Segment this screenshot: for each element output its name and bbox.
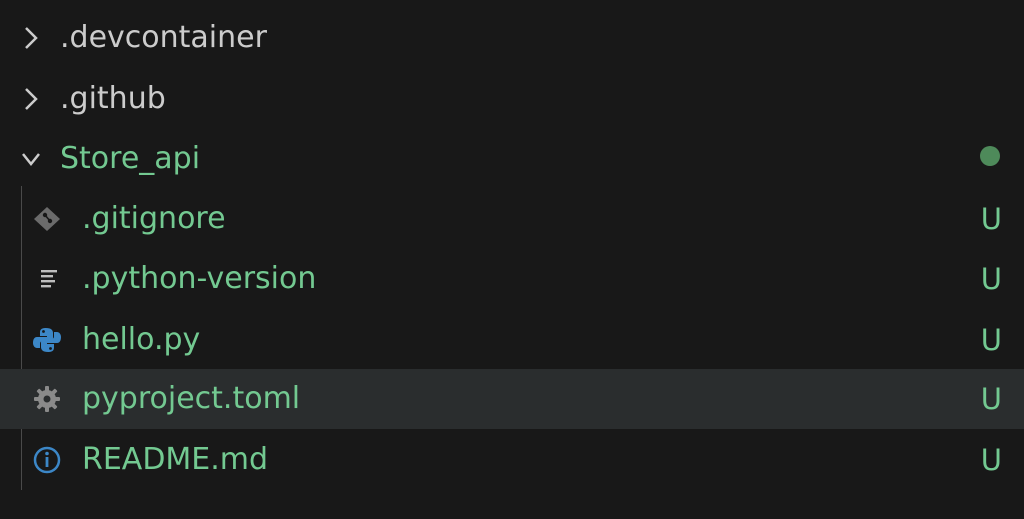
- file-label: hello.py: [82, 322, 201, 357]
- tree-file-python-version[interactable]: .python-version U: [0, 249, 1024, 309]
- git-status-untracked: U: [980, 443, 1002, 477]
- tree-folder-devcontainer[interactable]: .devcontainer: [0, 8, 1024, 68]
- tree-file-pyproject-toml[interactable]: pyproject.toml U: [0, 369, 1024, 429]
- git-status-untracked: U: [980, 262, 1002, 296]
- git-status-untracked: U: [980, 382, 1002, 416]
- file-label: .python-version: [82, 261, 317, 296]
- git-status-untracked: U: [980, 202, 1002, 236]
- chevron-down-icon[interactable]: [20, 144, 42, 174]
- tree-file-gitignore[interactable]: .gitignore U: [0, 189, 1024, 249]
- chevron-right-icon[interactable]: [20, 23, 42, 53]
- folder-label: .devcontainer: [60, 20, 267, 55]
- file-label: .gitignore: [82, 201, 226, 236]
- modified-dot-icon: [980, 146, 1000, 166]
- tree-file-hello-py[interactable]: hello.py U: [0, 310, 1024, 370]
- git-icon: [34, 207, 60, 231]
- tree-folder-github[interactable]: .github: [0, 69, 1024, 129]
- file-explorer-tree: .devcontainer .github Store_api .gitigno…: [0, 0, 1024, 519]
- gear-icon: [34, 386, 60, 412]
- tree-folder-store-api[interactable]: Store_api: [0, 129, 1024, 189]
- folder-label: .github: [60, 81, 166, 116]
- tree-file-readme-md[interactable]: README.md U: [0, 430, 1024, 490]
- text-lines-icon: [41, 270, 57, 288]
- folder-label: Store_api: [60, 141, 201, 176]
- chevron-right-icon[interactable]: [20, 84, 42, 114]
- python-icon: [33, 328, 61, 352]
- info-icon: [33, 446, 61, 474]
- file-label: pyproject.toml: [82, 381, 301, 416]
- git-status-untracked: U: [980, 323, 1002, 357]
- file-label: README.md: [82, 442, 269, 477]
